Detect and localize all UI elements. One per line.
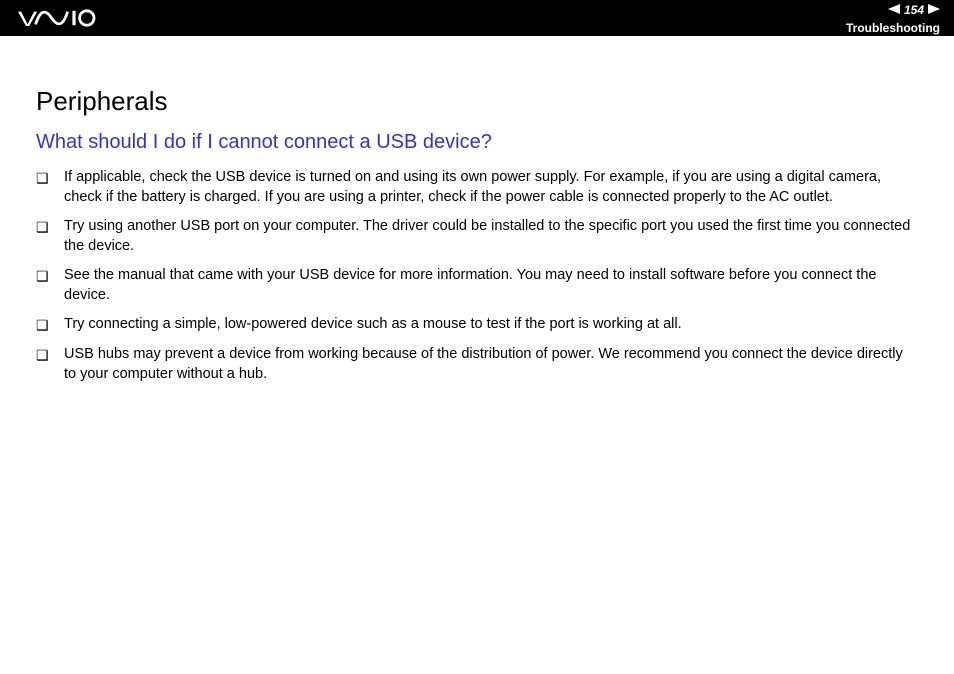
question-heading: What should I do if I cannot connect a U… <box>36 131 918 154</box>
section-name: Troubleshooting <box>846 21 940 35</box>
bullet-text: See the manual that came with your USB d… <box>64 266 918 305</box>
vaio-logo <box>18 0 114 36</box>
header-right: 154 Troubleshooting <box>846 1 940 35</box>
bullet-icon: ❑ <box>36 345 64 365</box>
prev-page-arrow-icon[interactable] <box>888 1 900 19</box>
list-item: ❑ If applicable, check the USB device is… <box>36 168 918 207</box>
bullet-icon: ❑ <box>36 315 64 335</box>
list-item: ❑ USB hubs may prevent a device from wor… <box>36 345 918 384</box>
bullet-text: Try connecting a simple, low-powered dev… <box>64 315 918 335</box>
page-title: Peripherals <box>36 86 918 117</box>
bullet-icon: ❑ <box>36 266 64 286</box>
list-item: ❑ See the manual that came with your USB… <box>36 266 918 305</box>
bullet-text: If applicable, check the USB device is t… <box>64 168 918 207</box>
bullet-list: ❑ If applicable, check the USB device is… <box>36 168 918 384</box>
list-item: ❑ Try connecting a simple, low-powered d… <box>36 315 918 335</box>
list-item: ❑ Try using another USB port on your com… <box>36 217 918 256</box>
bullet-text: USB hubs may prevent a device from worki… <box>64 345 918 384</box>
page-number: 154 <box>904 3 924 17</box>
bullet-icon: ❑ <box>36 168 64 188</box>
bullet-icon: ❑ <box>36 217 64 237</box>
bullet-text: Try using another USB port on your compu… <box>64 217 918 256</box>
next-page-arrow-icon[interactable] <box>928 1 940 19</box>
header-bar: 154 Troubleshooting <box>0 0 954 36</box>
page-navigation: 154 <box>888 1 940 19</box>
content-area: Peripherals What should I do if I cannot… <box>0 36 954 414</box>
